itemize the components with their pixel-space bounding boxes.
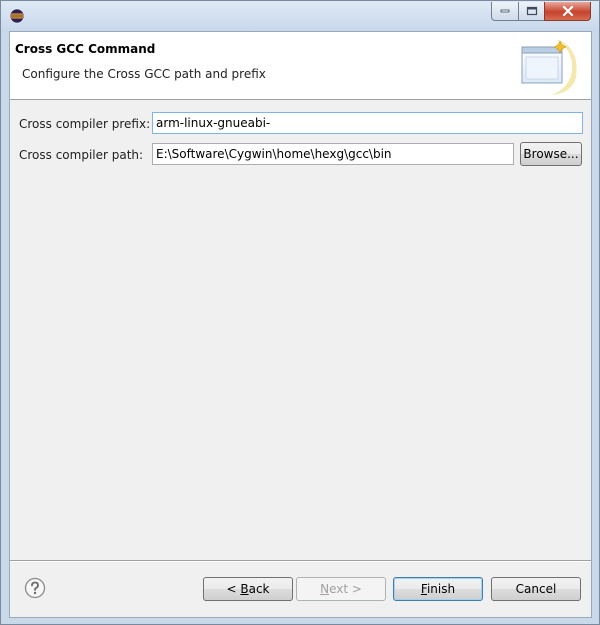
wizard-header: Cross GCC Command Configure the Cross GC…	[10, 32, 591, 100]
browse-button[interactable]: Browse...	[520, 142, 582, 166]
dialog-window: Cross GCC Command Configure the Cross GC…	[0, 0, 600, 625]
finish-button-rest: inish	[426, 582, 456, 596]
next-button-mnemonic: N	[320, 582, 330, 596]
footer-separator	[10, 560, 591, 562]
dialog-client-area: Cross GCC Command Configure the Cross GC…	[9, 31, 592, 618]
finish-button[interactable]: Finish	[393, 577, 483, 601]
title-bar[interactable]	[1, 1, 599, 31]
prefix-input[interactable]: arm-linux-gnueabi-	[152, 112, 583, 134]
help-icon[interactable]	[24, 577, 46, 599]
cancel-button[interactable]: Cancel	[491, 577, 581, 601]
close-icon	[562, 6, 573, 16]
page-title: Cross GCC Command	[15, 42, 156, 56]
back-button-prefix: <	[226, 582, 241, 596]
path-input[interactable]: E:\Software\Cygwin\home\hexg\gcc\bin	[152, 143, 514, 165]
minimize-button[interactable]	[491, 2, 519, 21]
path-label: Cross compiler path:	[19, 148, 144, 162]
back-button[interactable]: < Back	[203, 577, 293, 601]
minimize-icon	[500, 9, 510, 13]
maximize-button[interactable]	[518, 2, 545, 21]
prefix-label: Cross compiler prefix:	[19, 117, 151, 131]
next-button-rest: ext >	[329, 582, 362, 596]
page-description: Configure the Cross GCC path and prefix	[22, 67, 266, 81]
back-button-mnemonic: B	[240, 582, 249, 596]
maximize-icon	[526, 6, 537, 16]
wizard-window-icon	[516, 37, 582, 97]
back-button-rest: ack	[248, 582, 270, 596]
close-button[interactable]	[544, 2, 591, 21]
next-button[interactable]: Next >	[296, 577, 386, 601]
eclipse-icon[interactable]	[9, 8, 25, 24]
